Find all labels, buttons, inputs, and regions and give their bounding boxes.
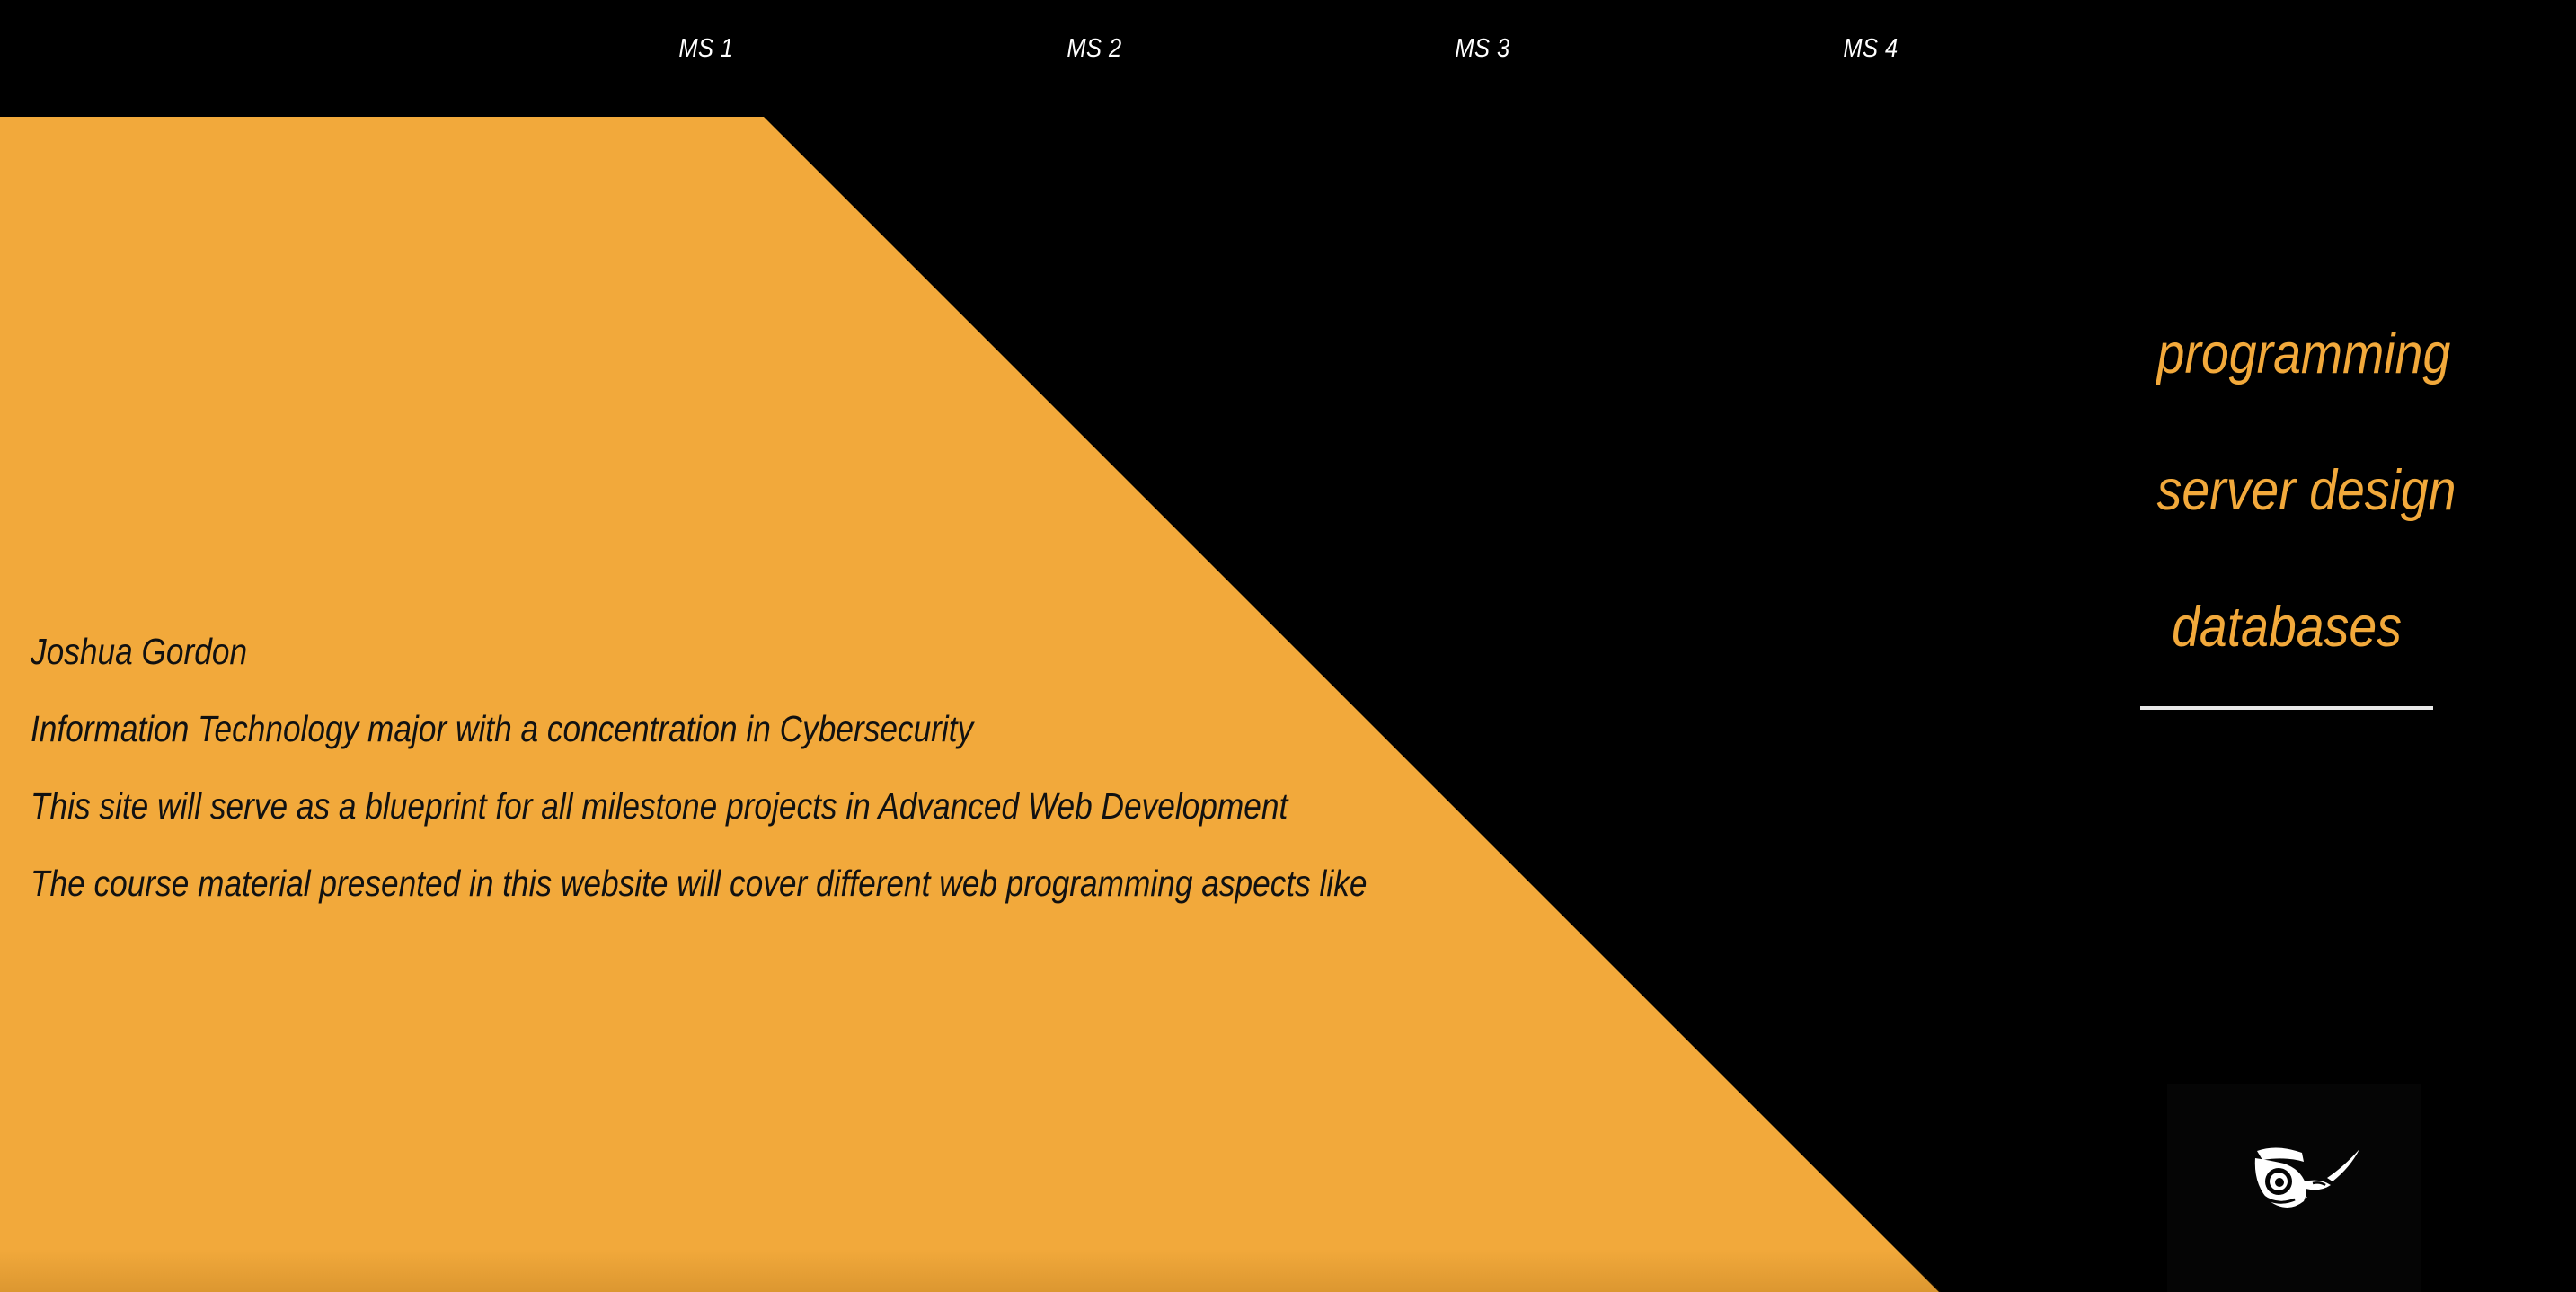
owl-icon <box>2254 1147 2359 1208</box>
nav-link-ms3[interactable]: MS 3 <box>1455 34 1509 64</box>
author-name: Joshua Gordon <box>31 631 248 672</box>
nav-link-ms4[interactable]: MS 4 <box>1843 34 1898 64</box>
intro-course-material: The course material presented in this we… <box>31 863 1368 904</box>
topic-databases: databases <box>2172 596 2402 659</box>
nav-link-ms2[interactable]: MS 2 <box>1067 34 1121 64</box>
intro-major: Information Technology major with a conc… <box>31 708 974 749</box>
top-navbar: MS 1 MS 2 MS 3 MS 4 <box>0 0 2576 117</box>
topic-programming: programming <box>2156 323 2451 385</box>
topics-underline <box>2140 706 2433 710</box>
topics-list: programming server design databases <box>2139 286 2456 710</box>
logo-container <box>2167 1084 2421 1292</box>
intro-section: Joshua Gordon Information Technology maj… <box>31 613 1585 922</box>
intro-site-purpose: This site will serve as a blueprint for … <box>31 785 1288 827</box>
bottom-shadow <box>0 1249 1941 1292</box>
topic-server-design: server design <box>2156 459 2456 522</box>
nav-link-ms1[interactable]: MS 1 <box>678 34 733 64</box>
